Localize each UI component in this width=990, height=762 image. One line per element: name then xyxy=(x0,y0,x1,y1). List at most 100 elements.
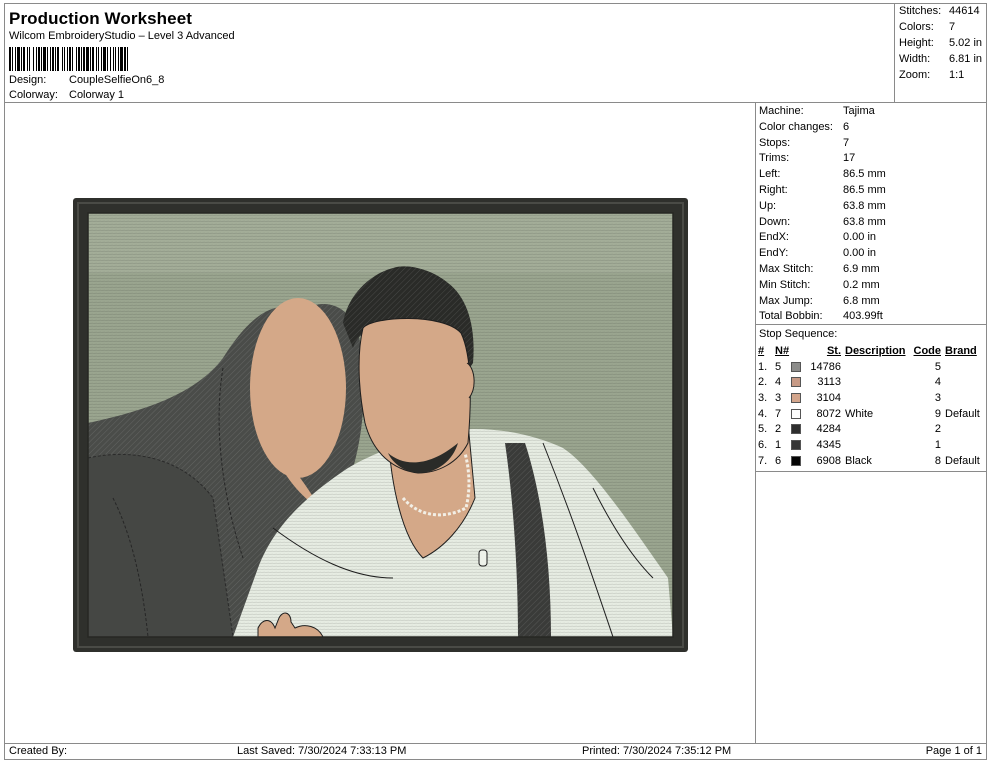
info-label: Up: xyxy=(759,199,777,212)
stop-sequence-row: 7. 6 6908 Black 8 Default xyxy=(758,453,986,469)
color-code: 2 xyxy=(934,423,941,436)
info-value: 403.99ft xyxy=(843,310,883,323)
info-label: Color changes: xyxy=(759,120,833,133)
color-code: 8 xyxy=(934,454,941,467)
needle-number: 1 xyxy=(775,438,782,451)
info-row: Trims: 17 xyxy=(759,152,855,164)
stop-sequence-row: 5. 2 4284 2 xyxy=(758,421,986,437)
info-row: Right: 86.5 mm xyxy=(759,184,886,196)
color-swatch-cell xyxy=(791,455,805,466)
info-label: Total Bobbin: xyxy=(759,310,823,323)
color-swatch xyxy=(791,408,801,419)
info-row: Down: 63.8 mm xyxy=(759,216,886,228)
header-stitches: St. xyxy=(826,344,841,357)
info-value: 63.8 mm xyxy=(843,199,886,212)
barcode-icon xyxy=(9,47,246,71)
info-label: Right: xyxy=(759,184,788,196)
color-swatch-cell xyxy=(791,424,805,435)
design-preview xyxy=(4,102,756,744)
info-row: Max Jump: 6.8 mm xyxy=(759,295,880,307)
info-value: 6.8 mm xyxy=(843,294,880,307)
stop-index: 2. xyxy=(758,376,768,389)
color-code: 9 xyxy=(934,407,941,420)
info-value: 0.00 in xyxy=(843,247,877,260)
summary-panel: Stitches: 44614 Colors: 7 Height: 5.02 i… xyxy=(894,3,987,103)
summary-value: 7 xyxy=(949,21,956,33)
info-value: 7 xyxy=(843,136,850,149)
color-code: 5 xyxy=(934,360,941,373)
stop-sequence-header: # N# St. Description Code Brand xyxy=(758,343,986,359)
stop-index: 4. xyxy=(758,407,768,420)
stop-sequence-title: Stop Sequence: xyxy=(759,328,838,340)
stop-index: 6. xyxy=(758,438,768,451)
summary-value: 6.81 in xyxy=(949,53,983,65)
worksheet-header: Production Worksheet Wilcom EmbroiderySt… xyxy=(4,3,895,103)
stop-sequence-row: 4. 7 8072 White 9 Default xyxy=(758,406,986,422)
summary-value: 1:1 xyxy=(949,69,965,81)
summary-value: 44614 xyxy=(949,5,980,17)
summary-row-height: Height: 5.02 in xyxy=(899,37,982,49)
stitch-count: 8072 xyxy=(816,407,841,420)
info-value: 0.00 in xyxy=(843,231,877,244)
needle-number: 6 xyxy=(775,454,782,467)
stop-sequence-row: 3. 3 3104 3 xyxy=(758,390,986,406)
info-label: Trims: xyxy=(759,152,790,165)
created-by: Created By: xyxy=(9,745,68,757)
needle-number: 3 xyxy=(775,391,782,404)
stop-index: 7. xyxy=(758,454,768,467)
color-swatch xyxy=(791,439,801,450)
stop-sequence-row: 6. 1 4345 1 xyxy=(758,437,986,453)
stop-index: 3. xyxy=(758,391,768,404)
info-row: Left: 86.5 mm xyxy=(759,168,886,180)
stop-index: 5. xyxy=(758,423,768,436)
info-value: 6 xyxy=(843,120,850,133)
stop-sequence-table: # N# St. Description Code Brand 1. 5 14786… xyxy=(758,343,986,469)
last-saved: Last Saved: 7/30/2024 7:33:13 PM xyxy=(237,745,407,757)
page-number: Page 1 of 1 xyxy=(925,745,982,757)
machine-info-panel: Machine: Tajima Color changes: 6 Stops: 7 Trim… xyxy=(755,102,987,744)
summary-row-colors: Colors: 7 xyxy=(899,21,955,33)
color-swatch-cell xyxy=(791,392,805,403)
needle-number: 5 xyxy=(775,360,782,373)
colorway-name: Colorway 1 xyxy=(69,89,125,101)
color-swatch xyxy=(791,424,801,435)
info-label: Machine: xyxy=(759,105,804,117)
needle-number: 2 xyxy=(775,423,782,436)
summary-label: Width: xyxy=(899,53,931,65)
info-value: 0.2 mm xyxy=(843,278,880,291)
header-needle: N# xyxy=(775,344,790,357)
stitch-count: 4284 xyxy=(816,423,841,436)
info-row: Stops: 7 xyxy=(759,137,849,149)
divider xyxy=(756,324,986,325)
page-title: Production Worksheet xyxy=(9,9,193,28)
header-description: Description xyxy=(845,344,906,357)
summary-row-zoom: Zoom: 1:1 xyxy=(899,69,964,81)
color-swatch-cell xyxy=(791,439,805,450)
info-label: Left: xyxy=(759,168,781,181)
info-row: EndX: 0.00 in xyxy=(759,231,876,243)
info-row: Up: 63.8 mm xyxy=(759,200,886,212)
design-name: CoupleSelfieOn6_8 xyxy=(69,74,165,86)
color-swatch xyxy=(791,455,801,466)
info-value: 86.5 mm xyxy=(843,184,886,196)
info-label: Stops: xyxy=(759,136,791,149)
color-code: 1 xyxy=(934,438,941,451)
stitch-count: 3104 xyxy=(816,391,841,404)
color-code: 3 xyxy=(934,391,941,404)
printed-date: Printed: 7/30/2024 7:35:12 PM xyxy=(582,745,732,757)
summary-label: Colors: xyxy=(899,21,934,33)
color-swatch xyxy=(791,392,801,403)
summary-row-stitches: Stitches: 44614 xyxy=(899,5,980,17)
needle-number: 7 xyxy=(775,407,782,420)
color-swatch-cell xyxy=(791,361,805,372)
colorway-row: Colorway: Colorway 1 xyxy=(9,89,124,101)
summary-value: 5.02 in xyxy=(949,37,983,49)
info-row: Total Bobbin: 403.99ft xyxy=(759,310,883,322)
header-code: Code xyxy=(913,344,942,357)
stop-index: 1. xyxy=(758,360,768,373)
color-swatch xyxy=(791,377,801,388)
stop-sequence-row: 2. 4 3113 4 xyxy=(758,374,986,390)
info-row: Min Stitch: 0.2 mm xyxy=(759,279,880,291)
color-swatch-cell xyxy=(791,377,805,388)
color-swatch-cell xyxy=(791,408,805,419)
